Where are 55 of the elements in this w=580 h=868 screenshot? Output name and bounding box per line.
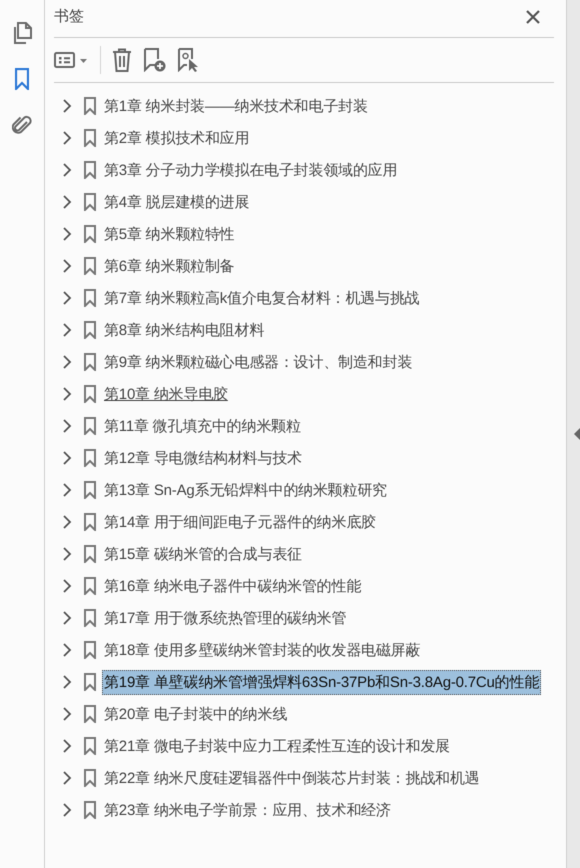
delete-button[interactable]: [111, 48, 133, 72]
bookmark-item[interactable]: 第8章 纳米结构电阻材料: [102, 318, 266, 342]
bookmark-item[interactable]: 第16章 纳米电子器件中碳纳米管的性能: [102, 574, 364, 598]
bookmark-item[interactable]: 第20章 电子封装中的纳米线: [102, 702, 290, 726]
bookmark-item[interactable]: 第12章 导电微结构材料与技术: [102, 446, 304, 470]
bookmark-item[interactable]: 第21章 微电子封装中应力工程柔性互连的设计和发展: [102, 734, 452, 758]
bookmark-item[interactable]: 第15章 碳纳米管的合成与表征: [102, 542, 304, 566]
bookmark-item[interactable]: 第13章 Sn-Ag系无铅焊料中的纳米颗粒研究: [102, 478, 389, 502]
bookmark-item[interactable]: 第1章 纳米封装——纳米技术和电子封装: [102, 94, 370, 118]
bookmark-icon: [84, 545, 96, 563]
bookmark-icon: [84, 129, 96, 147]
bookmark-icon: [84, 513, 96, 531]
panel-title: 书签: [54, 7, 84, 26]
bookmark-item[interactable]: 第17章 用于微系统热管理的碳纳米管: [102, 606, 348, 630]
bookmark-icon: [84, 449, 96, 467]
bookmark-icon: [84, 737, 96, 755]
bookmark-item[interactable]: 第9章 纳米颗粒磁心电感器：设计、制造和封装: [102, 350, 414, 374]
bookmark-icon: [84, 705, 96, 723]
bookmark-icon: [84, 673, 96, 691]
options-button[interactable]: [54, 50, 90, 70]
bookmark-item[interactable]: 第23章 纳米电子学前景：应用、技术和经济: [102, 798, 393, 822]
bookmark-item[interactable]: 第6章 纳米颗粒制备: [102, 254, 237, 278]
bookmark-item[interactable]: 第14章 用于细间距电子元器件的纳米底胶: [102, 510, 378, 534]
bookmark-item[interactable]: 第3章 分子动力学模拟在电子封装领域的应用: [102, 158, 400, 182]
bookmark-icon: [84, 289, 96, 307]
bookmark-icon: [84, 193, 96, 211]
bookmark-icon: [84, 481, 96, 499]
bookmark-icon: [84, 161, 96, 179]
bookmark-icon: [84, 353, 96, 371]
bookmark-item[interactable]: 第2章 模拟技术和应用: [102, 126, 252, 150]
pages-icon: [12, 22, 32, 44]
bookmark-item[interactable]: 第5章 纳米颗粒特性: [102, 222, 237, 246]
bookmark-icon: [84, 641, 96, 659]
bookmark-icon: [84, 225, 96, 243]
bookmark-item[interactable]: 第18章 使用多壁碳纳米管封装的收发器电磁屏蔽: [102, 638, 422, 662]
bookmark-item[interactable]: 第7章 纳米颗粒高k值介电复合材料：机遇与挑战: [102, 286, 422, 310]
add-bookmark-button[interactable]: [143, 48, 167, 72]
bookmark-icon: [84, 417, 96, 435]
close-button[interactable]: [524, 8, 542, 26]
paperclip-icon: [12, 114, 32, 136]
bookmark-item[interactable]: 第22章 纳米尺度硅逻辑器件中倒装芯片封装：挑战和机遇: [102, 766, 482, 790]
bookmark-icon: [84, 257, 96, 275]
bookmark-icon: [84, 609, 96, 627]
bookmark-icon: [84, 801, 96, 819]
bookmark-item[interactable]: 第10章 纳米导电胶: [102, 382, 230, 406]
bookmark-item[interactable]: 第11章 微孔填充中的纳米颗粒: [102, 414, 303, 438]
bookmark-icon: [84, 769, 96, 787]
bookmark-item[interactable]: 第4章 脱层建模的进展: [102, 190, 252, 214]
bookmark-icon: [84, 97, 96, 115]
collapse-arrow-icon[interactable]: [574, 428, 580, 440]
bookmark-icon: [84, 385, 96, 403]
bookmark-icon: [15, 68, 29, 90]
bookmark-icon: [84, 321, 96, 339]
bookmark-item[interactable]: 第19章 单壁碳纳米管增强焊料63Sn-37Pb和Sn-3.8Ag-0.7Cu的性能: [102, 670, 542, 694]
bookmark-icon: [84, 577, 96, 595]
